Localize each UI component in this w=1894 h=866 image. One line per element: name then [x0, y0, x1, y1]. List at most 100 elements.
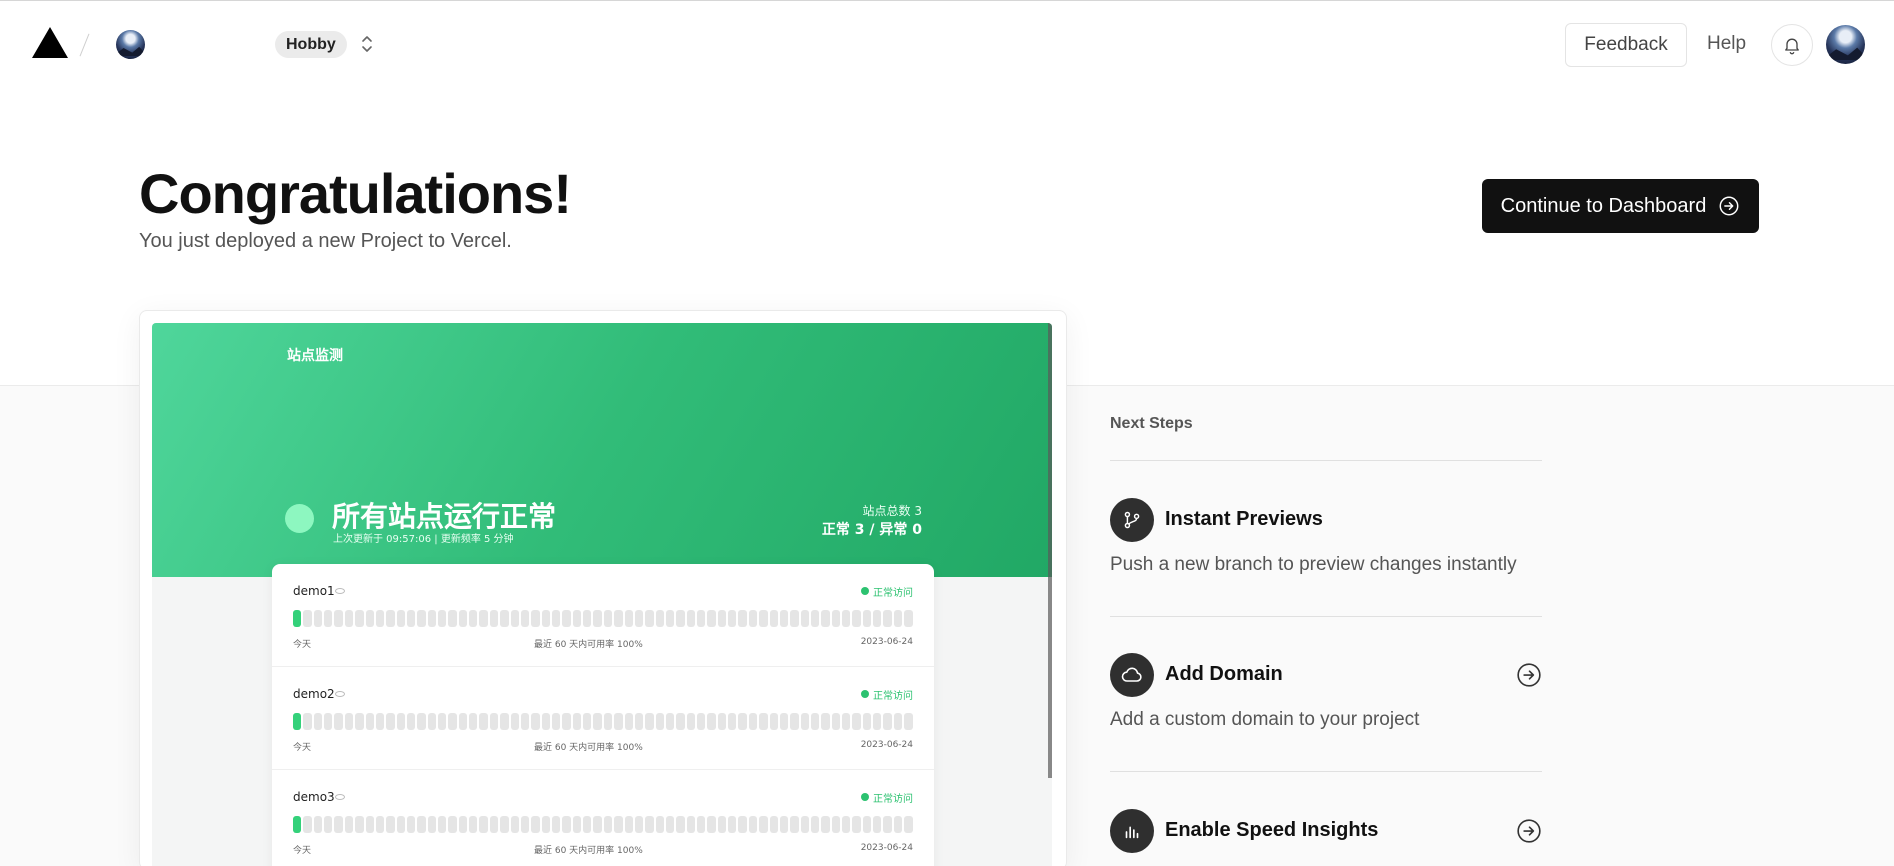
uptime-bar — [810, 610, 820, 627]
preview-summary: 正常 3 / 异常 0 — [821, 522, 922, 538]
uptime-bar — [862, 713, 872, 730]
help-link[interactable]: Help — [1707, 33, 1746, 55]
uptime-bar — [344, 713, 354, 730]
uptime-bar — [810, 816, 820, 833]
preview-headline: 所有站点运行正常 — [332, 500, 557, 533]
site-row: demo1 正常访问 今天 最近 60 天内可用率 100% 2023-06-2… — [272, 564, 934, 667]
vercel-logo-icon[interactable] — [32, 27, 68, 58]
site-left: 今天 — [293, 640, 312, 650]
site-name: demo3 — [293, 790, 335, 804]
bell-icon — [1785, 38, 1799, 55]
uptime-bar — [313, 816, 323, 833]
deployment-preview-card[interactable]: 站点监测 所有站点运行正常 上次更新于 09:57:06 | 更新频率 5 分钟… — [139, 310, 1067, 866]
uptime-bar — [520, 713, 530, 730]
uptime-bar — [520, 610, 530, 627]
step-title-instant-previews[interactable]: Instant Previews — [1165, 508, 1323, 531]
uptime-bar — [759, 816, 768, 833]
uptime-bar — [344, 610, 354, 627]
uptime-bar — [469, 713, 478, 730]
uptime-bar — [572, 713, 582, 730]
uptime-bar — [873, 816, 882, 833]
uptime-bar — [572, 610, 582, 627]
uptime-bar — [313, 713, 323, 730]
uptime-bar — [655, 610, 664, 627]
uptime-bar — [873, 610, 882, 627]
uptime-bar — [738, 610, 747, 627]
step-title-add-domain[interactable]: Add Domain — [1165, 663, 1283, 686]
site-list: demo1 正常访问 今天 最近 60 天内可用率 100% 2023-06-2… — [272, 564, 934, 866]
uptime-bar — [427, 816, 437, 833]
site-date: 2023-06-24 — [860, 637, 913, 647]
continue-to-dashboard-button[interactable]: Continue to Dashboard — [1482, 179, 1759, 233]
uptime-bar — [738, 816, 747, 833]
uptime-bar — [686, 713, 696, 730]
uptime-bar — [417, 816, 426, 833]
site-name: demo2 — [293, 687, 335, 701]
uptime-bar — [862, 610, 872, 627]
uptime-bar — [469, 610, 478, 627]
uptime-bar — [479, 610, 488, 627]
uptime-bar — [831, 713, 841, 730]
uptime-bar — [717, 713, 727, 730]
uptime-bar — [697, 713, 706, 730]
site-uptime: 最近 60 天内可用率 100% — [534, 846, 643, 856]
uptime-bar — [334, 610, 343, 627]
uptime-bar — [438, 713, 447, 730]
preview-updated: 上次更新于 09:57:06 | 更新频率 5 分钟 — [333, 534, 514, 545]
uptime-bar — [800, 610, 809, 627]
uptime-bar — [500, 816, 509, 833]
bar-chart-icon — [1125, 826, 1139, 839]
status-dot — [861, 587, 869, 595]
uptime-bar — [717, 816, 727, 833]
uptime-bar — [748, 713, 758, 730]
uptime-bar — [810, 713, 820, 730]
uptime-bar — [624, 610, 633, 627]
uptime-bar — [324, 713, 333, 730]
uptime-bar — [458, 816, 468, 833]
uptime-bar — [500, 610, 509, 627]
uptime-bar — [365, 816, 374, 833]
uptime-bar — [655, 816, 664, 833]
uptime-bar — [821, 610, 830, 627]
notifications-button[interactable] — [1771, 24, 1813, 66]
uptime-bar — [759, 713, 768, 730]
chevron-updown-icon[interactable] — [358, 32, 376, 56]
uptime-bar — [728, 713, 737, 730]
uptime-bar — [697, 610, 706, 627]
site-row: demo3 正常访问 今天 最近 60 天内可用率 100% 2023-06-2… — [272, 770, 934, 866]
uptime-bar — [852, 816, 861, 833]
arrow-circle-right-icon[interactable] — [1516, 662, 1542, 688]
uptime-bar — [707, 713, 716, 730]
uptime-bar — [790, 610, 799, 627]
uptime-bar — [893, 816, 903, 833]
uptime-bar — [893, 610, 903, 627]
cloud-icon — [1121, 667, 1142, 682]
uptime-bar — [448, 816, 457, 833]
uptime-bar — [583, 610, 592, 627]
site-status: 正常访问 — [873, 794, 913, 805]
uptime-bar — [842, 816, 851, 833]
uptime-bar — [427, 610, 437, 627]
uptime-bar — [738, 713, 747, 730]
uptime-bar — [396, 713, 405, 730]
site-name: demo1 — [293, 584, 335, 598]
uptime-bar — [862, 816, 872, 833]
uptime-bar — [790, 816, 799, 833]
uptime-bar — [821, 816, 830, 833]
step-title-speed-insights[interactable]: Enable Speed Insights — [1165, 819, 1378, 842]
uptime-bar — [779, 713, 789, 730]
uptime-bar — [541, 816, 550, 833]
uptime-bar — [375, 610, 385, 627]
uptime-bar — [458, 713, 468, 730]
team-avatar[interactable] — [116, 30, 145, 59]
uptime-bar — [883, 610, 892, 627]
uptime-bar — [324, 610, 333, 627]
user-avatar[interactable] — [1826, 25, 1865, 64]
feedback-button[interactable]: Feedback — [1565, 23, 1687, 67]
site-status: 正常访问 — [873, 691, 913, 702]
uptime-bar — [303, 713, 312, 730]
arrow-circle-right-icon[interactable] — [1516, 818, 1542, 844]
uptime-bar — [759, 610, 768, 627]
uptime-bar — [448, 610, 457, 627]
uptime-bar — [904, 610, 913, 627]
